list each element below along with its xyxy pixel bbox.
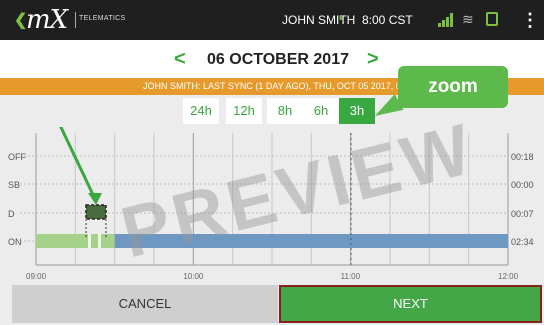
wifi-icon: ≋ [462,11,474,27]
row-total-d: 00:07 [511,209,534,219]
row-total-on: 02:34 [511,237,534,247]
row-label-sb: SB [8,180,20,190]
driving-marker [85,204,107,220]
truck-icon [486,12,498,26]
segment-stripe [88,234,91,248]
next-button[interactable]: NEXT [279,285,542,323]
segment-stripe [98,234,101,248]
zoom-6h-button[interactable]: 6h [303,98,339,124]
previous-day-button[interactable]: < [174,48,186,71]
zoom-8h-button[interactable]: 8h [267,98,303,124]
more-menu-icon[interactable]: ⋮ [521,10,539,31]
logo-divider [75,12,76,28]
driver-status-icon[interactable]: ◔ [335,11,344,28]
top-bar: ❮ mX TELEMATICS JOHN SMITH ◔ 8:00 CST ≋ … [0,0,544,40]
chart-svg: OFF 00:18 SB 00:00 D 00:07 ON 02:34 09:00 10:00 11… [8,127,534,281]
segment-on-0 [36,234,115,248]
cancel-button[interactable]: CANCEL [12,285,278,323]
segment-on-1 [114,234,509,248]
duty-status-chart: OFF 00:18 SB 00:00 D 00:07 ON 02:34 09:00 10:00 11… [0,127,544,285]
logo-subtitle: TELEMATICS [79,15,126,22]
row-total-off: 00:18 [511,152,534,162]
zoom-12h-button[interactable]: 12h [226,98,262,124]
row-label-on: ON [8,237,22,247]
row-label-off: OFF [8,152,26,162]
zoom-24h-button[interactable]: 24h [183,98,219,124]
zoom-callout: zoom [398,66,508,108]
row-label-d: D [8,209,15,219]
pointer-arrow [59,127,98,202]
x-tick-label: 12:00 [498,272,519,281]
x-tick-label: 10:00 [183,272,204,281]
x-tick-label: 11:00 [341,272,361,281]
next-day-button[interactable]: > [367,48,379,71]
zoom-3h-button[interactable]: 3h [339,98,375,124]
footer: CANCEL NEXT [0,285,544,325]
pointer-arrowhead [88,193,102,205]
signal-icon [438,13,454,27]
current-date: 06 OCTOBER 2017 [207,51,349,68]
logo: mX [26,5,68,35]
x-tick-label: 09:00 [26,272,47,281]
clock-time: 8:00 CST [362,13,413,27]
row-total-sb: 00:00 [511,180,534,190]
user-name: JOHN SMITH [282,13,356,27]
sync-status-text: JOHN SMITH: LAST SYNC (1 DAY AGO), THU, … [143,81,401,91]
